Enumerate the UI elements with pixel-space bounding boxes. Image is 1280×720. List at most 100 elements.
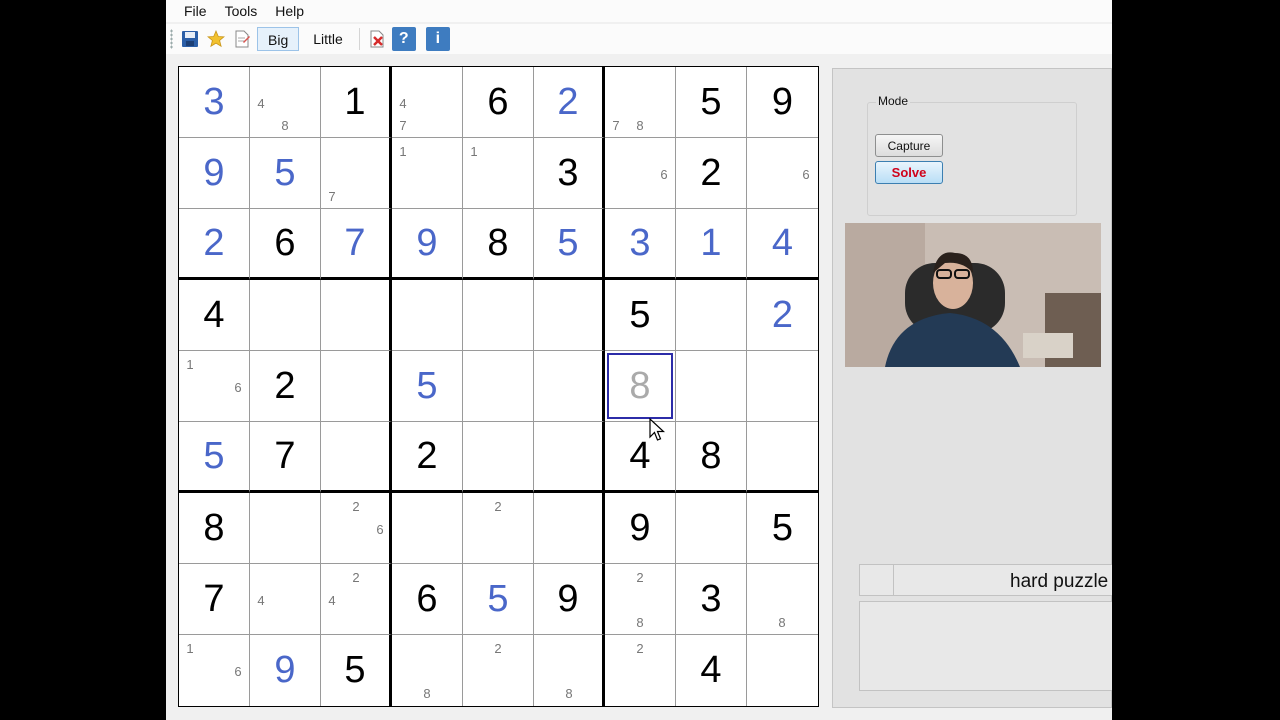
sudoku-cell[interactable] bbox=[676, 493, 747, 564]
sudoku-cell[interactable]: 8 bbox=[179, 493, 250, 564]
sudoku-cell[interactable] bbox=[534, 493, 605, 564]
sudoku-cell[interactable]: 5 bbox=[605, 280, 676, 351]
cell-value: 8 bbox=[487, 221, 509, 264]
sudoku-cell[interactable]: 8 bbox=[605, 351, 676, 422]
sudoku-cell[interactable]: 9 bbox=[392, 209, 463, 280]
sudoku-cell[interactable] bbox=[321, 351, 392, 422]
sudoku-cell[interactable]: 48 bbox=[250, 67, 321, 138]
sudoku-cell[interactable]: 5 bbox=[676, 67, 747, 138]
sudoku-cell[interactable] bbox=[534, 351, 605, 422]
sudoku-cell[interactable]: 26 bbox=[321, 493, 392, 564]
little-button[interactable]: Little bbox=[303, 27, 353, 51]
output-textbox[interactable] bbox=[859, 601, 1112, 691]
sudoku-cell[interactable]: 7 bbox=[321, 138, 392, 209]
sudoku-cell[interactable] bbox=[321, 422, 392, 493]
sudoku-cell[interactable]: 5 bbox=[463, 564, 534, 635]
sudoku-cell[interactable] bbox=[321, 280, 392, 351]
sudoku-cell[interactable] bbox=[250, 493, 321, 564]
sudoku-cell[interactable]: 2 bbox=[250, 351, 321, 422]
sudoku-cell[interactable]: 5 bbox=[747, 493, 818, 564]
sudoku-cell[interactable]: 5 bbox=[534, 209, 605, 280]
sudoku-cell[interactable]: 3 bbox=[179, 67, 250, 138]
help-button[interactable]: ? bbox=[391, 27, 416, 51]
sudoku-cell[interactable]: 6 bbox=[747, 138, 818, 209]
sudoku-cell[interactable]: 2 bbox=[534, 67, 605, 138]
sudoku-cell[interactable] bbox=[392, 493, 463, 564]
menu-file[interactable]: File bbox=[175, 0, 216, 22]
sudoku-cell[interactable]: 3 bbox=[605, 209, 676, 280]
sudoku-cell[interactable]: 5 bbox=[179, 422, 250, 493]
sudoku-cell[interactable]: 9 bbox=[605, 493, 676, 564]
sudoku-cell[interactable]: 7 bbox=[321, 209, 392, 280]
sudoku-cell[interactable]: 24 bbox=[321, 564, 392, 635]
save-icon[interactable] bbox=[179, 28, 201, 50]
sudoku-cell[interactable]: 4 bbox=[179, 280, 250, 351]
sudoku-cell[interactable]: 1 bbox=[321, 67, 392, 138]
sudoku-cell[interactable]: 47 bbox=[392, 67, 463, 138]
sudoku-cell[interactable]: 4 bbox=[676, 635, 747, 706]
sudoku-cell[interactable] bbox=[534, 422, 605, 493]
sudoku-cell[interactable]: 8 bbox=[747, 564, 818, 635]
sudoku-cell[interactable] bbox=[250, 280, 321, 351]
sudoku-cell[interactable]: 2 bbox=[392, 422, 463, 493]
sudoku-cell[interactable]: 1 bbox=[676, 209, 747, 280]
sudoku-cell[interactable] bbox=[676, 280, 747, 351]
sudoku-cell[interactable]: 9 bbox=[747, 67, 818, 138]
sudoku-cell[interactable]: 1 bbox=[392, 138, 463, 209]
sudoku-cell[interactable]: 8 bbox=[534, 635, 605, 706]
menu-help[interactable]: Help bbox=[266, 0, 313, 22]
sudoku-cell[interactable] bbox=[463, 351, 534, 422]
sudoku-cell[interactable] bbox=[534, 280, 605, 351]
sudoku-cell[interactable]: 28 bbox=[605, 564, 676, 635]
menu-tools[interactable]: Tools bbox=[216, 0, 267, 22]
star-icon[interactable] bbox=[205, 28, 227, 50]
sudoku-cell[interactable]: 6 bbox=[392, 564, 463, 635]
sudoku-cell[interactable] bbox=[463, 422, 534, 493]
sudoku-cell[interactable] bbox=[747, 351, 818, 422]
clear-icon[interactable] bbox=[366, 28, 388, 50]
sudoku-cell[interactable] bbox=[392, 280, 463, 351]
sudoku-cell[interactable]: 6 bbox=[463, 67, 534, 138]
sudoku-cell[interactable]: 16 bbox=[179, 351, 250, 422]
sudoku-cell[interactable] bbox=[463, 280, 534, 351]
sudoku-cell[interactable]: 2 bbox=[676, 138, 747, 209]
sudoku-cell[interactable]: 2 bbox=[463, 635, 534, 706]
cell-value: 3 bbox=[557, 151, 579, 194]
sudoku-cell[interactable]: 6 bbox=[605, 138, 676, 209]
capture-button[interactable]: Capture bbox=[875, 134, 943, 157]
sudoku-cell[interactable]: 2 bbox=[463, 493, 534, 564]
toolbar-grip[interactable] bbox=[170, 29, 173, 49]
cell-value: 5 bbox=[274, 151, 296, 194]
sudoku-cell[interactable]: 4 bbox=[250, 564, 321, 635]
sudoku-cell[interactable]: 3 bbox=[676, 564, 747, 635]
sudoku-cell[interactable]: 8 bbox=[463, 209, 534, 280]
sudoku-cell[interactable] bbox=[676, 351, 747, 422]
sudoku-cell[interactable]: 16 bbox=[179, 635, 250, 706]
document-icon[interactable] bbox=[231, 28, 253, 50]
sudoku-cell[interactable]: 8 bbox=[392, 635, 463, 706]
sudoku-cell[interactable]: 7 bbox=[179, 564, 250, 635]
sudoku-cell[interactable]: 2 bbox=[747, 280, 818, 351]
sudoku-cell[interactable]: 8 bbox=[676, 422, 747, 493]
sudoku-cell[interactable]: 78 bbox=[605, 67, 676, 138]
candidate-note: 1 bbox=[186, 641, 194, 656]
info-button[interactable]: i bbox=[425, 27, 450, 51]
sudoku-cell[interactable]: 9 bbox=[179, 138, 250, 209]
sudoku-cell[interactable]: 4 bbox=[747, 209, 818, 280]
sudoku-cell[interactable] bbox=[747, 422, 818, 493]
sudoku-cell[interactable]: 9 bbox=[534, 564, 605, 635]
sudoku-cell[interactable] bbox=[747, 635, 818, 706]
sudoku-cell[interactable]: 9 bbox=[250, 635, 321, 706]
big-button[interactable]: Big bbox=[257, 27, 300, 51]
sudoku-cell[interactable]: 5 bbox=[250, 138, 321, 209]
sudoku-cell[interactable]: 1 bbox=[463, 138, 534, 209]
sudoku-cell[interactable]: 6 bbox=[250, 209, 321, 280]
sudoku-cell[interactable]: 2 bbox=[605, 635, 676, 706]
candidate-note: 7 bbox=[612, 118, 620, 133]
sudoku-cell[interactable]: 2 bbox=[179, 209, 250, 280]
sudoku-cell[interactable]: 5 bbox=[392, 351, 463, 422]
sudoku-cell[interactable]: 3 bbox=[534, 138, 605, 209]
solve-button[interactable]: Solve bbox=[875, 161, 943, 184]
sudoku-cell[interactable]: 7 bbox=[250, 422, 321, 493]
sudoku-cell[interactable]: 5 bbox=[321, 635, 392, 706]
